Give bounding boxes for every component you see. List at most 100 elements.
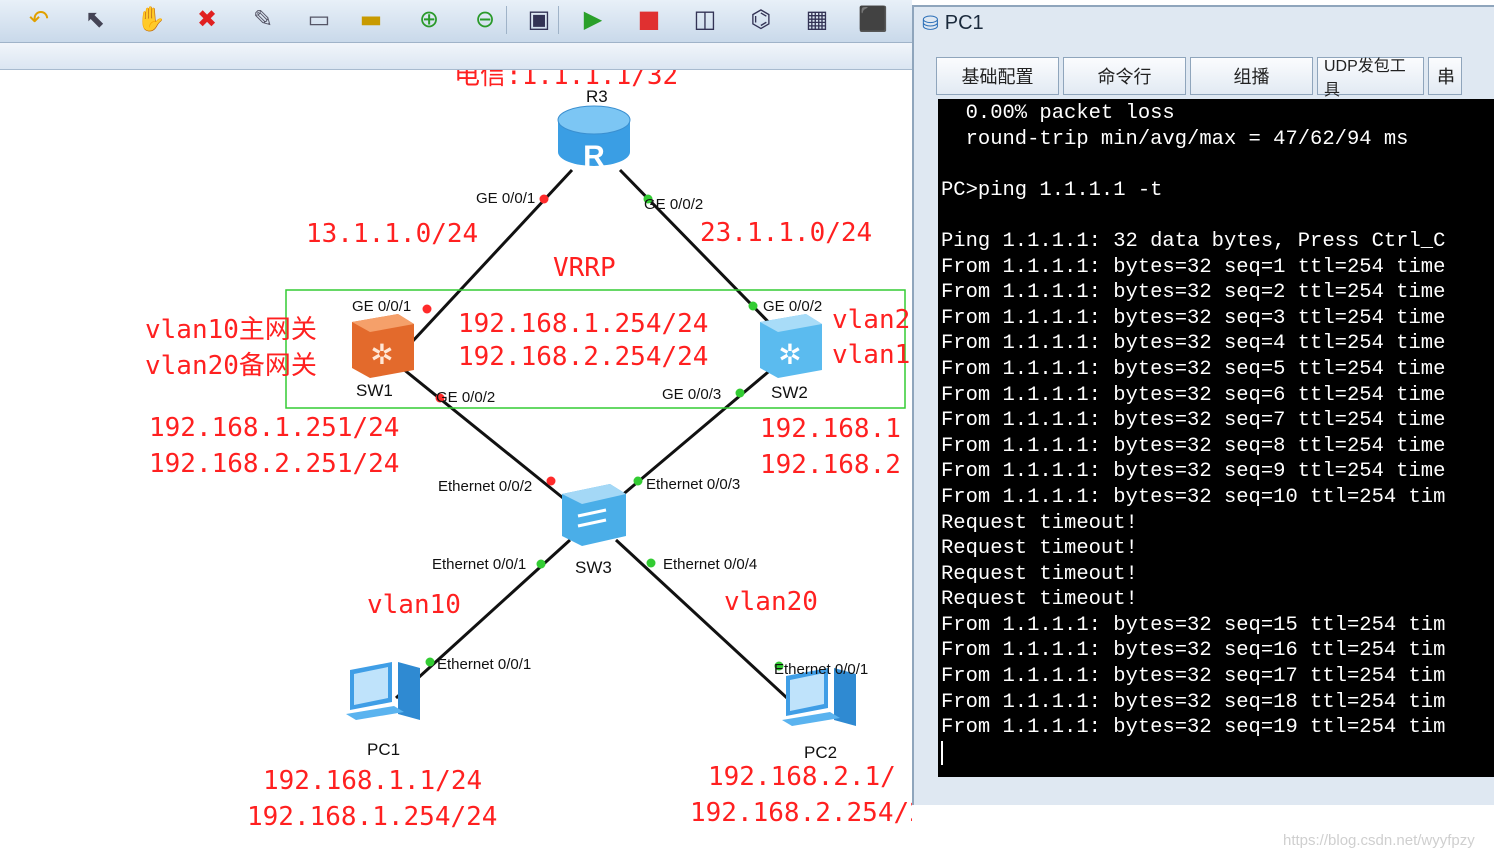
hand-icon[interactable]: ✋ (134, 3, 168, 35)
pc1-tab-bar: 基础配置 命令行 组播 UDP发包工具 串 (936, 57, 1462, 99)
vlan20-label: vlan20 (724, 587, 818, 617)
terminal-line: From 1.1.1.1: bytes=32 seq=2 ttl=254 tim… (941, 281, 1446, 305)
sw2-ip-vlan20: 192.168.2 (760, 450, 901, 480)
terminal-line: From 1.1.1.1: bytes=32 seq=16 ttl=254 ti… (941, 639, 1446, 663)
sw1-ip-vlan10: 192.168.1.251/24 (149, 413, 399, 443)
pc1-window-title: PC1 (944, 11, 984, 34)
tab-multicast[interactable]: 组播 (1190, 57, 1313, 95)
start-icon[interactable]: ▶ (576, 3, 610, 35)
terminal-line: Request timeout! (941, 588, 1138, 612)
terminal-line: From 1.1.1.1: bytes=32 seq=8 ttl=254 tim… (941, 434, 1446, 458)
terminal-line: PC>ping 1.1.1.1 -t (941, 178, 1163, 202)
stop-icon[interactable]: ■ (632, 3, 666, 35)
capture-icon[interactable]: ◫ (688, 3, 722, 35)
grid-icon[interactable]: ▦ (800, 3, 834, 35)
vrrp-vip-vlan10: 192.168.1.254/24 (458, 309, 708, 339)
device-label-sw3: SW3 (575, 558, 612, 577)
vrrp-vip-vlan20: 192.168.2.254/24 (458, 342, 708, 372)
port-label-sw3-e1: Ethernet 0/0/1 (432, 556, 526, 573)
zoom-out-icon[interactable]: ⊖ (468, 3, 502, 35)
port-dot-sw3-e4 (646, 558, 656, 568)
port-label-sw3-e2: Ethernet 0/0/2 (438, 478, 532, 495)
undo-arrow-icon[interactable]: ↶ (22, 3, 56, 35)
tab-udp-tool[interactable]: UDP发包工具 (1317, 57, 1424, 99)
sw2-ip-vlan10: 192.168.1 (760, 414, 901, 444)
pc-window-icon: ⛁ (922, 12, 939, 35)
terminal-cursor (941, 740, 943, 765)
vlan10-label: vlan10 (367, 590, 461, 620)
router-r3-icon[interactable]: R (557, 105, 631, 173)
pointer-icon[interactable]: ⬉ (78, 3, 112, 35)
erase-icon[interactable]: ✎ (246, 3, 280, 35)
subnet-23-label: 23.1.1.0/24 (700, 218, 872, 248)
pc1-window-titlebar[interactable]: ⛁ PC1 (922, 8, 984, 38)
terminal-line: Ping 1.1.1.1: 32 data bytes, Press Ctrl_… (941, 229, 1446, 253)
topology-canvas[interactable]: R ✲ ✲ R3 SW1 SW2 SW3 PC1 PC2 GE 0/0/1 GE… (0, 70, 912, 859)
delete-icon[interactable]: ✖ (190, 3, 224, 35)
watermark-text: https://blog.csdn.net/wyyfpzy (1283, 832, 1475, 849)
terminal-line: From 1.1.1.1: bytes=32 seq=18 ttl=254 ti… (941, 690, 1446, 714)
pc2-ip-label: 192.168.2.1/ (708, 762, 896, 792)
tab-command-line[interactable]: 命令行 (1063, 57, 1186, 95)
pc1-icon[interactable] (346, 662, 420, 720)
pc1-ip-label: 192.168.1.1/24 (263, 766, 482, 796)
port-label-pc1-e1: Ethernet 0/0/1 (437, 656, 531, 673)
port-label-r3-g1: GE 0/0/1 (476, 190, 535, 207)
rectangle-icon[interactable]: ▬ (354, 3, 388, 35)
vrrp-label: VRRP (553, 253, 616, 283)
port-label-sw3-e4: Ethernet 0/0/4 (663, 556, 757, 573)
port-label-sw2-g2: GE 0/0/2 (763, 298, 822, 315)
pc2-gateway-label: 192.168.2.254/24 (690, 798, 912, 828)
terminal-line: Request timeout! (941, 511, 1138, 535)
pc1-gateway-label: 192.168.1.254/24 (247, 802, 497, 832)
terminal-output[interactable]: 0.00% packet loss round-trip min/avg/max… (938, 99, 1494, 777)
zoom-in-icon[interactable]: ⊕ (412, 3, 446, 35)
toolbar-separator (558, 6, 559, 34)
port-label-r3-g2: GE 0/0/2 (644, 196, 703, 213)
terminal-line: round-trip min/avg/max = 47/62/94 ms (941, 127, 1409, 151)
isp-address-label: 电信:1.1.1.1/32 (454, 70, 678, 91)
port-dot-sw2-g2 (748, 301, 758, 311)
switch-sw3-icon[interactable] (562, 484, 626, 546)
sw1-role-vlan20: vlan20备网关 (145, 351, 317, 381)
topology-icon[interactable]: ⌬ (744, 3, 778, 35)
toolbar-separator (506, 6, 507, 34)
toolbar: ↶ ⬉ ✋ ✖ ✎ ▭ ▬ ⊕ ⊖ ▣ ▶ ■ ◫ ⌬ ▦ ⬛ (0, 0, 912, 43)
terminal-line: From 1.1.1.1: bytes=32 seq=19 ttl=254 ti… (941, 716, 1446, 740)
subnet-13-label: 13.1.1.0/24 (306, 219, 478, 249)
terminal-line: From 1.1.1.1: bytes=32 seq=17 ttl=254 ti… (941, 665, 1446, 689)
terminal-line: From 1.1.1.1: bytes=32 seq=15 ttl=254 ti… (941, 613, 1446, 637)
device-label-pc2: PC2 (804, 743, 837, 762)
cli-icon[interactable]: ⬛ (856, 3, 890, 35)
terminal-line: From 1.1.1.1: bytes=32 seq=5 ttl=254 tim… (941, 357, 1446, 381)
terminal-line: From 1.1.1.1: bytes=32 seq=10 ttl=254 ti… (941, 485, 1446, 509)
fit-icon[interactable]: ▣ (522, 3, 556, 35)
terminal-line: From 1.1.1.1: bytes=32 seq=4 ttl=254 tim… (941, 332, 1446, 356)
terminal-line: Request timeout! (941, 562, 1138, 586)
port-dot-sw1-g1 (422, 304, 432, 314)
port-label-sw3-e3: Ethernet 0/0/3 (646, 476, 740, 493)
tab-basic-config[interactable]: 基础配置 (936, 57, 1059, 95)
sw2-role-line2: vlan1 (832, 340, 910, 370)
device-label-sw2: SW2 (771, 383, 808, 402)
pc1-console-window[interactable]: ⛁ PC1 基础配置 命令行 组播 UDP发包工具 串 0.00% packet… (912, 0, 1494, 859)
terminal-line: From 1.1.1.1: bytes=32 seq=3 ttl=254 tim… (941, 306, 1446, 330)
text-note-icon[interactable]: ▭ (302, 3, 336, 35)
terminal-line: 0.00% packet loss (941, 102, 1175, 125)
sw1-role-vlan10: vlan10主网关 (145, 315, 317, 345)
port-dot-r3-g1 (539, 194, 549, 204)
terminal-line: From 1.1.1.1: bytes=32 seq=6 ttl=254 tim… (941, 383, 1446, 407)
device-label-pc1: PC1 (367, 740, 400, 759)
port-label-sw1-g1: GE 0/0/1 (352, 298, 411, 315)
port-dot-pc1-e1 (425, 657, 435, 667)
tab-serial[interactable]: 串 (1428, 57, 1462, 95)
topology-diagram: R ✲ ✲ R3 SW1 SW2 SW3 PC1 PC2 GE 0/0/1 GE… (145, 70, 912, 832)
port-dot-sw2-g3 (735, 388, 745, 398)
svg-text:✲: ✲ (778, 338, 801, 371)
terminal-line: From 1.1.1.1: bytes=32 seq=7 ttl=254 tim… (941, 409, 1446, 433)
toolbar-subbar (0, 43, 912, 70)
switch-sw2-icon[interactable]: ✲ (760, 314, 822, 378)
switch-sw1-icon[interactable]: ✲ (352, 314, 414, 378)
